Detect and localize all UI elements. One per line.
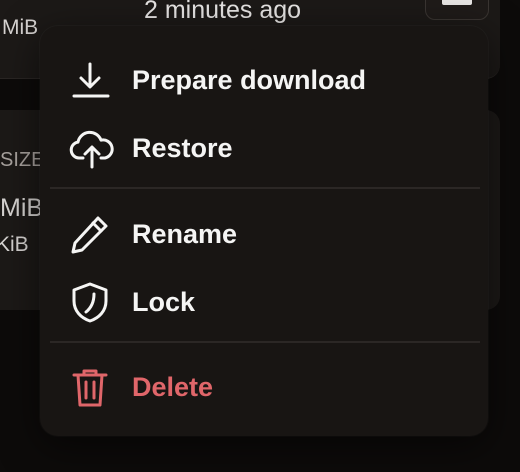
context-menu: Prepare download Restore Rename Lock Del… — [40, 26, 488, 436]
menu-item-label: Restore — [132, 132, 233, 163]
cloud-upload-icon — [68, 126, 118, 170]
menu-item-label: Rename — [132, 218, 238, 249]
table-row-size: MiB — [0, 194, 44, 222]
menu-divider — [50, 341, 480, 343]
menu-item-prepare-download[interactable]: Prepare download — [68, 52, 468, 108]
file-size-value: MiB — [2, 16, 39, 39]
menu-item-label: Prepare download — [132, 64, 367, 95]
shield-icon — [68, 280, 118, 324]
pencil-icon — [68, 212, 118, 256]
trash-icon — [68, 365, 118, 409]
table-row-size: KiB — [0, 233, 29, 256]
menu-divider — [50, 187, 480, 189]
download-icon — [68, 58, 118, 102]
menu-item-rename[interactable]: Rename — [68, 206, 468, 262]
menu-item-label: Delete — [132, 371, 214, 402]
file-actions-button[interactable] — [425, 0, 489, 20]
file-modified-time: 2 minutes ago — [144, 0, 302, 24]
menu-item-lock[interactable]: Lock — [68, 274, 468, 330]
menu-item-restore[interactable]: Restore — [68, 120, 468, 176]
menu-item-label: Lock — [132, 286, 196, 317]
menu-icon — [442, 0, 472, 5]
size-column-header: SIZE — [0, 149, 45, 171]
menu-item-delete[interactable]: Delete — [68, 359, 468, 415]
